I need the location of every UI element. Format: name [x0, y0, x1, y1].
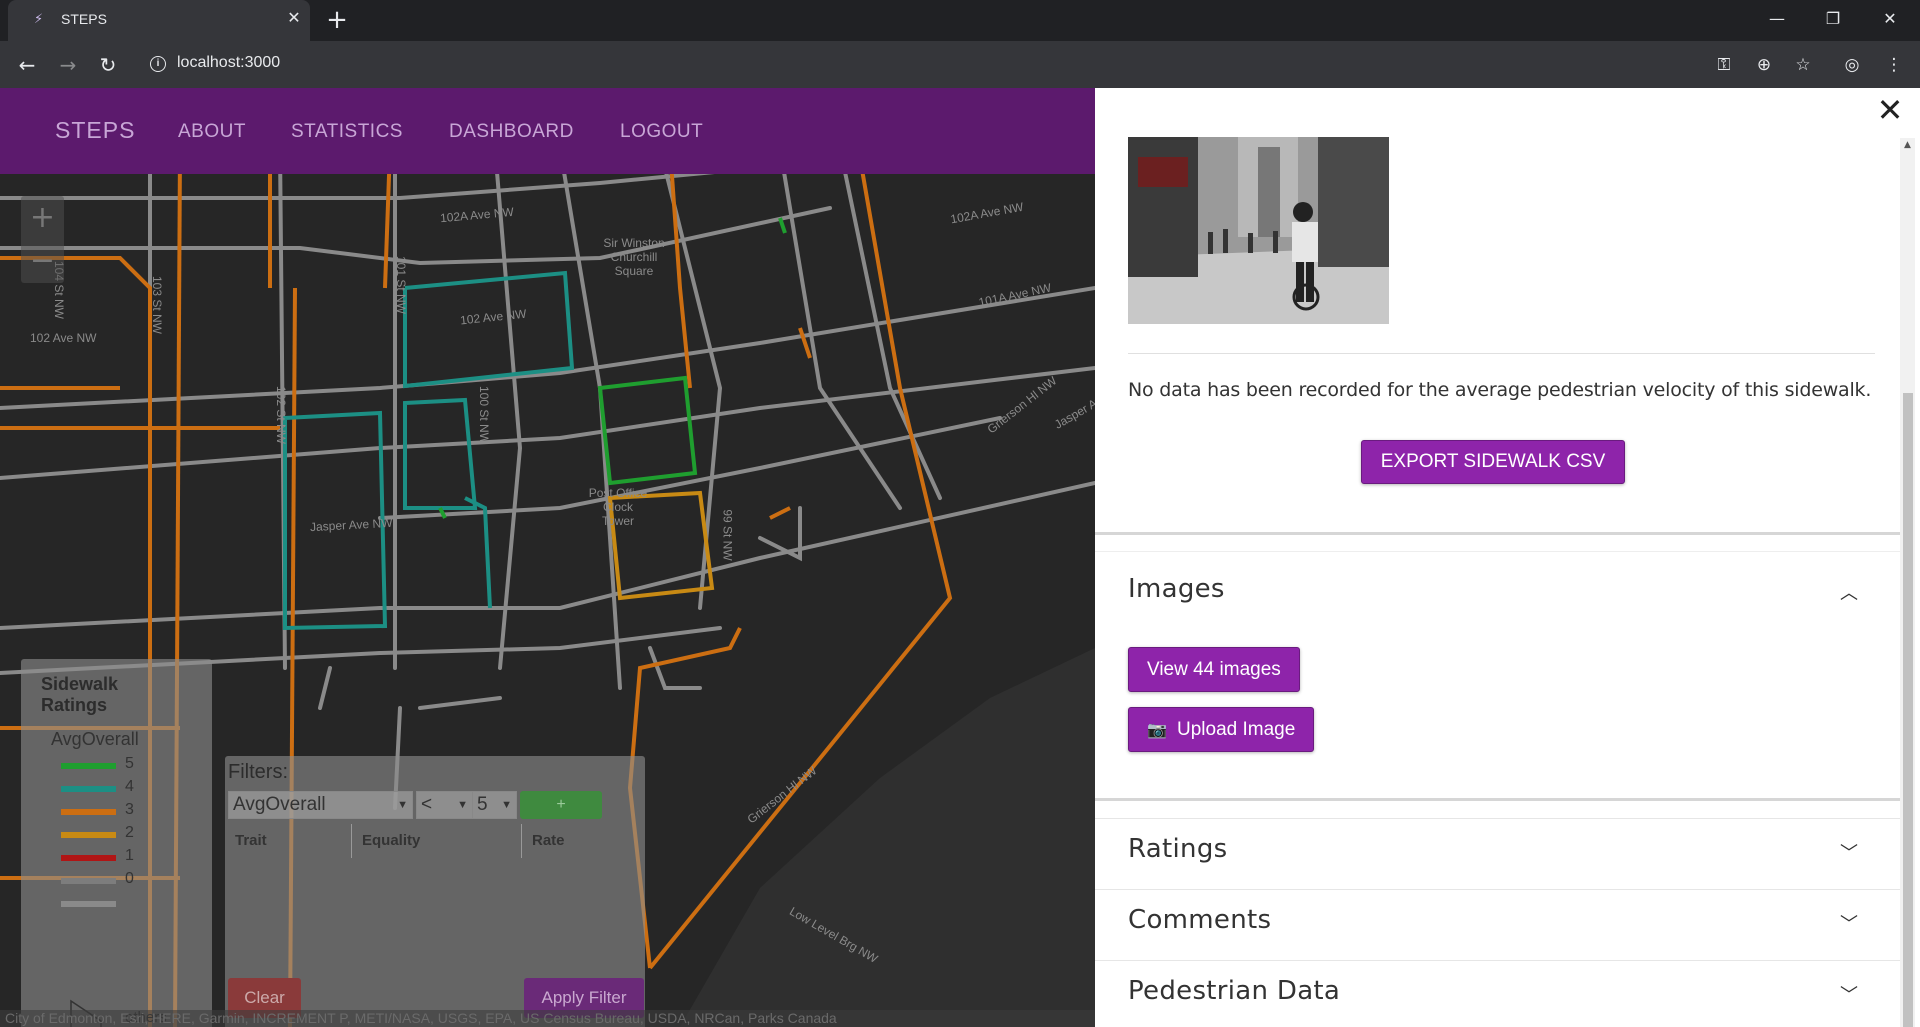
browser-tab[interactable]: ⚡ STEPS ✕ [8, 0, 310, 41]
export-sidewalk-csv-button[interactable]: EXPORT SIDEWALK CSV [1361, 440, 1625, 484]
chevron-down-icon: ▼ [397, 799, 408, 811]
add-filter-button[interactable]: + [520, 791, 602, 819]
zoom-icon[interactable]: ⊕ [1750, 51, 1778, 79]
legend-item: 3 [61, 801, 181, 823]
images-section-title[interactable]: Images [1128, 574, 1225, 604]
street-label: 100 St NW [477, 385, 492, 445]
nav-dashboard[interactable]: DASHBOARD [449, 121, 574, 143]
url-text[interactable]: localhost:3000 [177, 54, 280, 72]
browser-menu-icon[interactable]: ⋮ [1880, 51, 1908, 79]
comments-section[interactable]: Comments ﹀ [1095, 889, 1900, 960]
legend-item: 2 [61, 824, 181, 846]
pedestrian-data-section-title[interactable]: Pedestrian Data [1128, 976, 1340, 1006]
key-icon[interactable]: ⚿ [1710, 51, 1738, 79]
map-view[interactable]: 102A Ave NW 102 Ave NW 102 Ave NW 102A A… [0, 88, 1130, 1027]
section-divider [1095, 798, 1900, 801]
ratings-section[interactable]: Ratings ﹀ [1095, 818, 1900, 889]
restore-window-icon[interactable]: ❐ [1816, 6, 1850, 32]
chevron-down-icon[interactable]: ﹀ [1840, 839, 1858, 865]
minimize-window-icon[interactable]: — [1760, 6, 1794, 32]
chevron-down-icon[interactable]: ﹀ [1840, 981, 1858, 1007]
comments-section-title[interactable]: Comments [1128, 905, 1271, 935]
filter-header-equality: Equality [352, 824, 522, 858]
street-label: 103 St NW [150, 275, 165, 335]
nav-statistics[interactable]: STATISTICS [291, 121, 403, 143]
filter-header-trait: Trait [225, 824, 352, 858]
pedestrian-data-section[interactable]: Pedestrian Data ﹀ [1095, 960, 1900, 1027]
street-label: Post Office Clock Tower [588, 486, 648, 528]
back-arrow-icon[interactable]: ← [12, 50, 42, 80]
close-window-icon[interactable]: ✕ [1873, 6, 1907, 32]
street-label: 102 Ave NW [30, 331, 97, 345]
zoom-in-button[interactable]: + [21, 196, 64, 239]
sidewalk-photo[interactable] [1128, 137, 1389, 324]
reload-icon[interactable]: ↻ [93, 50, 123, 80]
filters-label: Filters: [228, 761, 288, 783]
forward-arrow-icon[interactable]: → [53, 50, 83, 80]
zoom-control: + − [21, 196, 64, 283]
page: 102A Ave NW 102 Ave NW 102 Ave NW 102A A… [0, 88, 1920, 1027]
sidewalk-ratings-legend: Sidewalk Ratings AvgOverall 5 4 3 2 1 0 … [21, 659, 212, 1027]
equality-select[interactable]: < ▼ [416, 791, 473, 819]
tab-title: STEPS [61, 11, 107, 27]
street-label: 99 St NW [720, 509, 735, 561]
legend-item [61, 893, 181, 915]
close-icon[interactable]: ✕ [1873, 93, 1907, 127]
street-label: Sir Winston Churchill Square [603, 236, 665, 278]
scroll-up-arrow-icon[interactable]: ▲ [1900, 138, 1915, 153]
nav-logout[interactable]: LOGOUT [620, 121, 703, 143]
map-attribution: City of Edmonton, Esri, HERE, Garmin, IN… [0, 1010, 1095, 1027]
chevron-up-icon[interactable]: ︿ [1840, 579, 1858, 605]
browser-tab-strip: ⚡ STEPS ✕ + — ❐ ✕ [0, 0, 1920, 41]
rate-select[interactable]: 5 ▼ [472, 791, 517, 819]
legend-item: 5 [61, 755, 181, 777]
street-label: 102 St NW [274, 385, 289, 445]
velocity-message: No data has been recorded for the averag… [1128, 379, 1872, 401]
ratings-section-title[interactable]: Ratings [1128, 834, 1227, 864]
legend-item: 4 [61, 778, 181, 800]
chevron-down-icon: ▼ [457, 799, 468, 811]
view-images-button[interactable]: View 44 images [1128, 647, 1300, 692]
zoom-out-button[interactable]: − [21, 239, 64, 282]
tab-close-icon[interactable]: ✕ [284, 8, 304, 28]
browser-toolbar: ← → ↻ [0, 41, 1920, 88]
site-favicon-icon: ⚡ [34, 12, 44, 27]
legend-item: 1 [61, 847, 181, 869]
chevron-down-icon[interactable]: ﹀ [1840, 910, 1858, 936]
filters-panel: Filters: AvgOverall ▼ < ▼ 5 ▼ + Trait Equal… [225, 756, 645, 1027]
extension-icon[interactable]: ◎ [1838, 51, 1866, 79]
upload-image-button[interactable]: 📷 Upload Image [1128, 707, 1315, 752]
divider [1128, 353, 1875, 354]
filter-header-rate: Rate [532, 832, 565, 849]
app-navbar: STEPS ABOUT STATISTICS DASHBOARD LOGOUT [0, 88, 1095, 174]
sidewalk-detail-panel: ✕ ▲ No data has been recorded for the av… [1095, 88, 1920, 1027]
new-tab-button[interactable]: + [325, 6, 349, 34]
bookmark-star-icon[interactable]: ☆ [1789, 51, 1817, 79]
camera-icon: 📷 [1147, 720, 1167, 739]
chevron-down-icon: ▼ [501, 799, 512, 811]
legend-item: 0 [61, 870, 181, 892]
nav-about[interactable]: ABOUT [178, 121, 246, 143]
brand-logo[interactable]: STEPS [55, 117, 135, 144]
section-divider [1095, 532, 1900, 535]
filter-rows [225, 858, 645, 978]
legend-subtitle: AvgOverall [51, 729, 139, 749]
trait-select[interactable]: AvgOverall ▼ [228, 791, 413, 819]
address-bar[interactable] [138, 47, 1890, 83]
legend-title: Sidewalk Ratings [41, 674, 119, 715]
street-label: 101 St NW [394, 255, 409, 315]
scrollbar-thumb[interactable] [1903, 393, 1913, 1027]
site-info-icon[interactable]: i [150, 56, 166, 72]
